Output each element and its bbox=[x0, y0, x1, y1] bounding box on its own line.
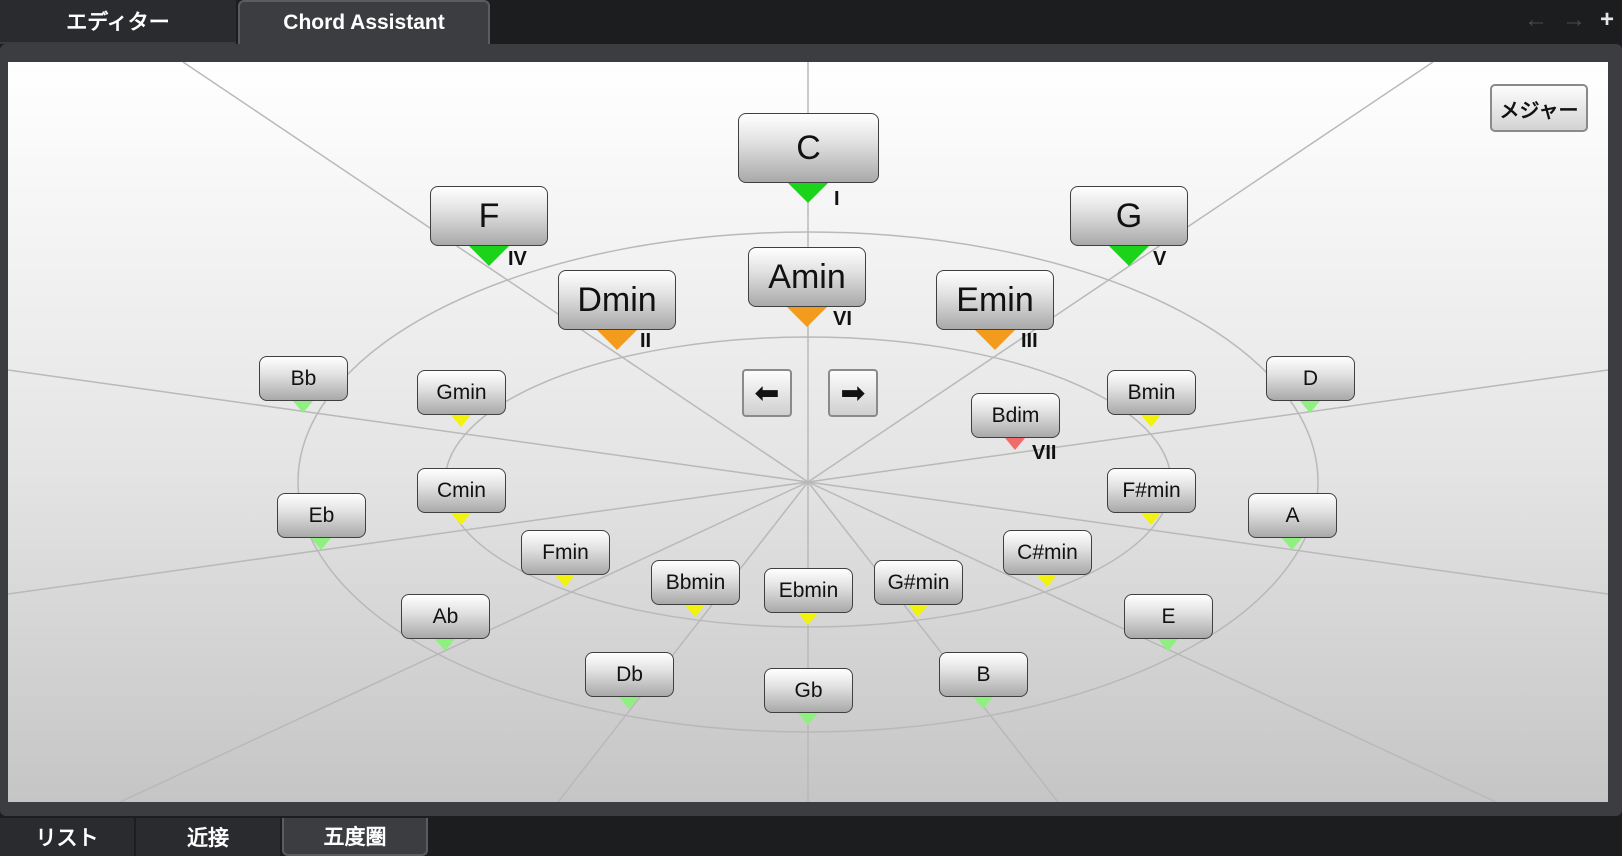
chord-button-e[interactable]: E bbox=[1124, 594, 1213, 639]
chord-button-bdim[interactable]: Bdim bbox=[971, 393, 1060, 438]
indicator-minor-ebmin bbox=[798, 613, 818, 625]
indicator-minor-gmin bbox=[451, 415, 471, 427]
chord-button-a[interactable]: A bbox=[1248, 493, 1337, 538]
chord-button-dmin[interactable]: Dmin bbox=[558, 270, 676, 330]
indicator-minor-bbmin bbox=[685, 605, 705, 617]
circle-of-fifths-canvas: C I F IV G V Amin VI Dmin II Emin III ⬅ … bbox=[8, 62, 1608, 802]
chord-button-g[interactable]: G bbox=[1070, 186, 1188, 246]
chord-button-f[interactable]: F bbox=[430, 186, 548, 246]
indicator-major-bb bbox=[293, 401, 313, 413]
indicator-primary-f bbox=[469, 246, 509, 266]
chord-button-ab[interactable]: Ab bbox=[401, 594, 490, 639]
add-icon[interactable]: + bbox=[1600, 6, 1614, 34]
indicator-minor-gsmin bbox=[908, 605, 928, 617]
indicator-major-e bbox=[1158, 639, 1178, 651]
tab-chord-assistant[interactable]: Chord Assistant bbox=[238, 0, 490, 44]
indicator-major-gb bbox=[798, 713, 818, 725]
indicator-minor-bmin bbox=[1141, 415, 1161, 427]
chord-button-bmin[interactable]: Bmin bbox=[1107, 370, 1196, 415]
indicator-major-ab bbox=[435, 639, 455, 651]
chord-button-b[interactable]: B bbox=[939, 652, 1028, 697]
indicator-diminished-bdim bbox=[1005, 438, 1025, 450]
indicator-major-a bbox=[1282, 538, 1302, 550]
nav-buttons: ← → + bbox=[1524, 6, 1614, 34]
chord-button-eb[interactable]: Eb bbox=[277, 493, 366, 538]
indicator-minor-fmin bbox=[555, 575, 575, 587]
scale-mode-button[interactable]: メジャー bbox=[1490, 84, 1588, 132]
chord-button-fmin[interactable]: Fmin bbox=[521, 530, 610, 575]
degree-label-v: V bbox=[1153, 248, 1167, 270]
degree-label-i: I bbox=[834, 188, 840, 210]
indicator-primary-g bbox=[1109, 246, 1149, 266]
indicator-minor-csmin bbox=[1037, 575, 1057, 587]
chord-button-d[interactable]: D bbox=[1266, 356, 1355, 401]
chord-button-c[interactable]: C bbox=[738, 113, 879, 183]
chord-button-gb[interactable]: Gb bbox=[764, 668, 853, 713]
indicator-relative-dmin bbox=[597, 330, 637, 350]
tab-list[interactable]: リスト bbox=[0, 818, 134, 856]
forward-arrow-icon[interactable]: → bbox=[1562, 6, 1586, 34]
chord-button-bb[interactable]: Bb bbox=[259, 356, 348, 401]
chord-button-db[interactable]: Db bbox=[585, 652, 674, 697]
degree-label-vi: VI bbox=[833, 308, 852, 330]
tab-circle-of-fifths[interactable]: 五度圏 bbox=[282, 818, 428, 856]
chord-button-bbmin[interactable]: Bbmin bbox=[651, 560, 740, 605]
rotate-right-button[interactable]: ➡ bbox=[828, 369, 878, 417]
indicator-major-eb bbox=[311, 538, 331, 550]
chord-button-amin[interactable]: Amin bbox=[748, 247, 866, 307]
chord-button-emin[interactable]: Emin bbox=[936, 270, 1054, 330]
indicator-minor-fsmin bbox=[1141, 513, 1161, 525]
chord-button-gsmin[interactable]: G#min bbox=[874, 560, 963, 605]
indicator-minor-cmin bbox=[451, 513, 471, 525]
degree-label-ii: II bbox=[640, 330, 652, 352]
chord-button-gmin[interactable]: Gmin bbox=[417, 370, 506, 415]
back-arrow-icon[interactable]: ← bbox=[1524, 6, 1548, 34]
indicator-major-db bbox=[619, 697, 639, 709]
rotate-left-button[interactable]: ⬅ bbox=[742, 369, 792, 417]
indicator-major-d bbox=[1300, 401, 1320, 413]
degree-label-iv: IV bbox=[508, 248, 527, 270]
tab-proximity[interactable]: 近接 bbox=[136, 818, 280, 856]
chord-button-fsmin[interactable]: F#min bbox=[1107, 468, 1196, 513]
degree-label-iii: III bbox=[1021, 330, 1038, 352]
indicator-major-b bbox=[973, 697, 993, 709]
indicator-relative-emin bbox=[975, 330, 1015, 350]
chord-button-ebmin[interactable]: Ebmin bbox=[764, 568, 853, 613]
tab-editor[interactable]: エディター bbox=[0, 0, 236, 44]
chord-button-cmin[interactable]: Cmin bbox=[417, 468, 506, 513]
chord-button-csmin[interactable]: C#min bbox=[1003, 530, 1092, 575]
indicator-primary-c bbox=[788, 183, 828, 203]
indicator-relative-amin bbox=[787, 307, 827, 327]
degree-label-vii: VII bbox=[1032, 442, 1057, 464]
